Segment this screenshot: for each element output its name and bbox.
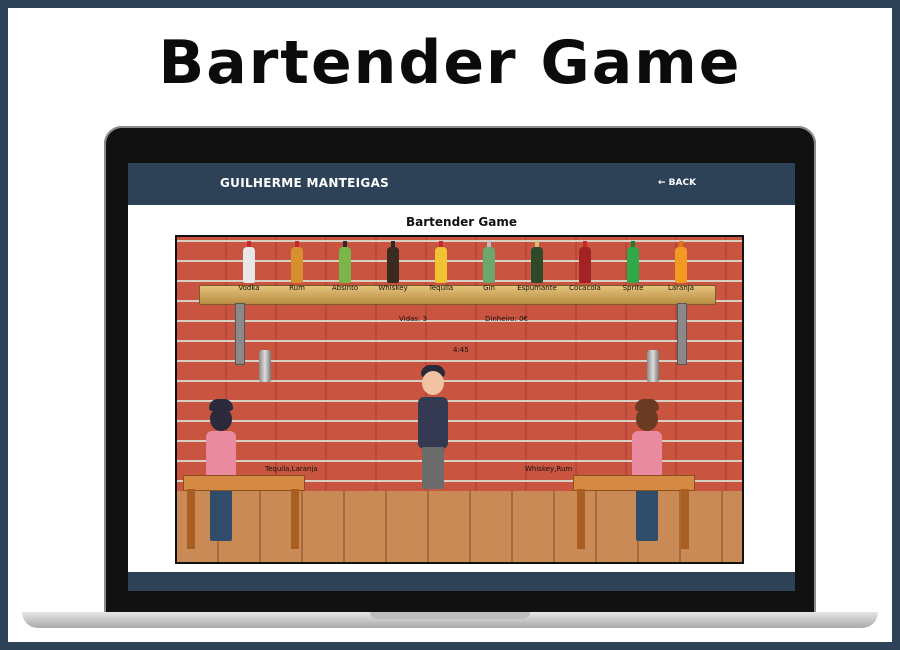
money-value: 0€ <box>519 315 528 323</box>
order-right: Whiskey,Rum <box>525 465 573 473</box>
bottle-label: Sprite <box>622 284 644 292</box>
bottle-label: Tequila <box>428 284 454 292</box>
laptop-notch <box>370 612 530 619</box>
lives-display: Vidas: 3 <box>399 315 427 323</box>
bottle-label: Gin <box>483 284 495 292</box>
bottle-label: Vodka <box>238 284 260 292</box>
bottle-glass <box>483 247 495 283</box>
shelf-bracket-right <box>677 303 687 365</box>
bottle-sprite[interactable]: Sprite <box>609 241 657 292</box>
table-right <box>573 475 695 555</box>
bottle-vodka[interactable]: Vodka <box>225 241 273 292</box>
bottle-laranja[interactable]: Laranja <box>657 241 705 292</box>
bottle-glass <box>339 247 351 283</box>
bartender-character <box>413 365 453 495</box>
timer: 4:45 <box>453 346 469 354</box>
site-footer <box>128 572 795 591</box>
back-link[interactable]: ← BACK <box>658 178 696 188</box>
bottle-glass <box>675 247 687 283</box>
bottle-glass <box>387 247 399 283</box>
bottle-tequila[interactable]: Tequila <box>417 241 465 292</box>
bottle-cocacola[interactable]: Cocacola <box>561 241 609 292</box>
bottle-label: Cocacola <box>569 284 601 292</box>
order-left: Tequila,Laranja <box>265 465 318 473</box>
bottle-whiskey[interactable]: Whiskey <box>369 241 417 292</box>
bottle-glass <box>435 247 447 283</box>
bottle-gin[interactable]: Gin <box>465 241 513 292</box>
game-stage[interactable]: Vodka Rum Absinto Whiskey Tequila Gin Espumant… <box>175 235 744 564</box>
bottle-label: Espumante <box>517 284 557 292</box>
cocktail-shaker-left[interactable] <box>259 350 271 382</box>
bottle-absinto[interactable]: Absinto <box>321 241 369 292</box>
lives-value: 3 <box>422 315 428 323</box>
bottle-glass <box>243 247 255 283</box>
money-label: Dinheiro: <box>485 315 517 323</box>
bottle-rum[interactable]: Rum <box>273 241 321 292</box>
cocktail-shaker-right[interactable] <box>647 350 659 382</box>
bottle-row: Vodka Rum Absinto Whiskey Tequila Gin Espumant… <box>177 241 742 301</box>
browser-screen: GUILHERME MANTEIGAS ← BACK Bartender Gam… <box>128 163 795 591</box>
money-display: Dinheiro: 0€ <box>485 315 528 323</box>
bottle-glass <box>531 247 543 283</box>
site-header: GUILHERME MANTEIGAS ← BACK <box>128 163 795 205</box>
bottle-label: Rum <box>289 284 305 292</box>
hero-title: Bartender Game <box>158 28 742 98</box>
bottle-label: Laranja <box>667 284 695 292</box>
table-left <box>183 475 305 555</box>
shelf-bracket-left <box>235 303 245 365</box>
bottle-label: Whiskey <box>378 284 408 292</box>
game-title: Bartender Game <box>406 215 517 229</box>
bottle-glass <box>627 247 639 283</box>
lives-label: Vidas: <box>399 315 421 323</box>
bottle-glass <box>579 247 591 283</box>
brand-name[interactable]: GUILHERME MANTEIGAS <box>220 176 389 190</box>
bottle-label: Absinto <box>331 284 359 292</box>
bottle-glass <box>291 247 303 283</box>
bottle-espumante[interactable]: Espumante <box>513 241 561 292</box>
